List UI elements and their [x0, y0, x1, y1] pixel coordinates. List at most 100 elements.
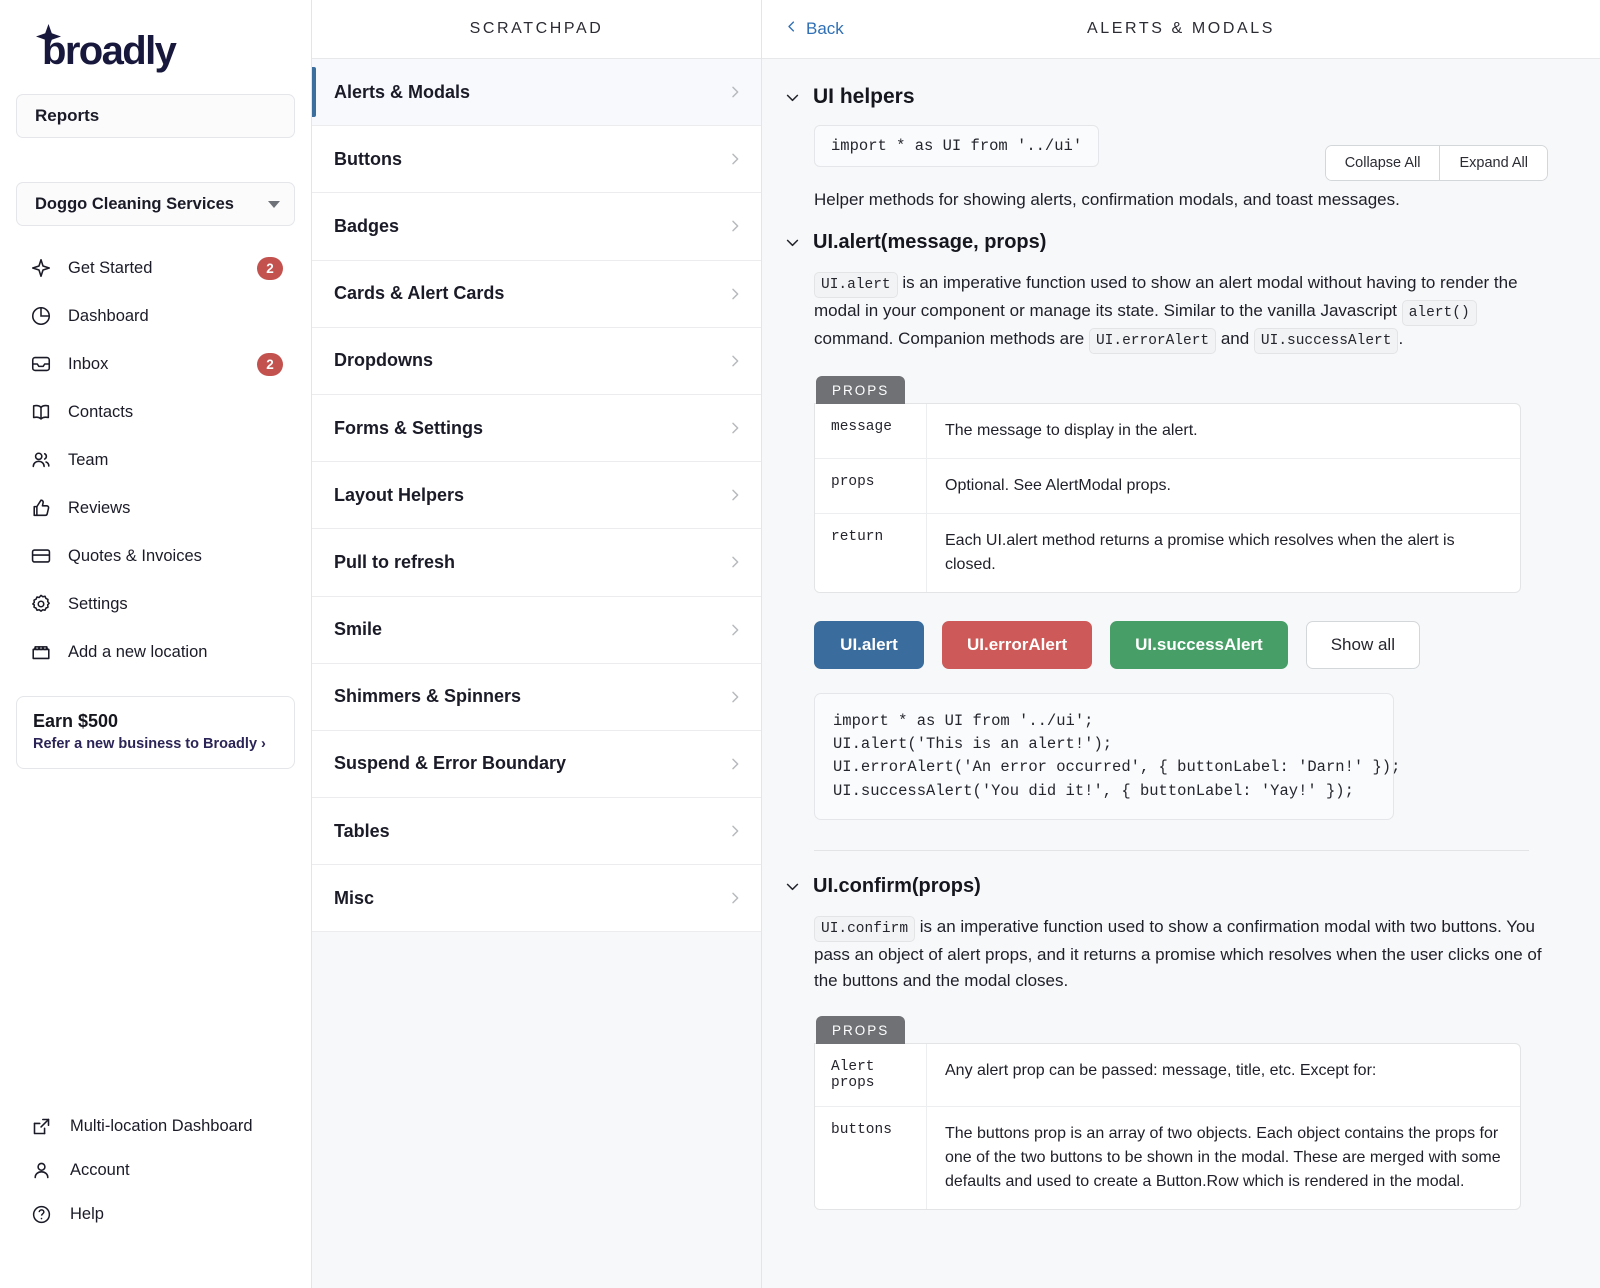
section-title: UI helpers [813, 85, 915, 108]
expand-all-button[interactable]: Expand All [1439, 146, 1547, 180]
sidebar-item-settings[interactable]: Settings [16, 580, 295, 628]
scratchpad-item-forms-settings[interactable]: Forms & Settings [312, 394, 761, 463]
scratchpad-item-label: Badges [334, 215, 400, 236]
scratchpad-item-suspend-error-boundary[interactable]: Suspend & Error Boundary [312, 730, 761, 799]
scratchpad-list: Alerts & Modals Buttons Badges Cards & A… [312, 59, 761, 933]
sidebar-item-inbox[interactable]: Inbox 2 [16, 340, 295, 388]
scratchpad-item-smile[interactable]: Smile [312, 596, 761, 664]
scratchpad-header: SCRATCHPAD [312, 0, 761, 59]
scratchpad-item-label: Misc [334, 887, 375, 908]
gear-icon [28, 591, 54, 617]
chevron-right-icon [727, 420, 743, 436]
table-row: Alert props Any alert prop can be passed… [815, 1043, 1520, 1107]
ui-alert-demo-buttons: UI.alert UI.errorAlert UI.successAlert S… [784, 620, 1560, 669]
sidebar-item-quotes-invoices[interactable]: Quotes & Invoices [16, 532, 295, 580]
scratchpad-item-misc[interactable]: Misc [312, 865, 761, 933]
code-chip-alert-fn: alert() [1401, 299, 1477, 326]
scratchpad-item-dropdowns[interactable]: Dropdowns [312, 327, 761, 395]
question-circle-icon [28, 1201, 54, 1227]
sidebar-item-get-started[interactable]: Get Started 2 [16, 244, 295, 292]
sidebar-item-dashboard[interactable]: Dashboard [16, 292, 295, 340]
desc-text-part: and [1216, 328, 1254, 348]
reports-button[interactable]: Reports [16, 94, 295, 138]
scratchpad-item-label: Dropdowns [334, 350, 433, 371]
business-selector[interactable]: Doggo Cleaning Services [16, 182, 295, 226]
ui-confirm-props-wrap: PROPS Alert props Any alert prop can be … [784, 1015, 1560, 1210]
section-header-ui-alert[interactable]: UI.alert(message, props) [784, 231, 1560, 254]
external-link-icon [28, 1113, 54, 1139]
main-panel: Back ALERTS & MODALS Collapse All Expand… [762, 0, 1600, 1288]
sidebar-item-team[interactable]: Team [16, 436, 295, 484]
ui-alert-button[interactable]: UI.alert [814, 620, 924, 669]
chevron-left-icon [784, 19, 799, 39]
business-name: Doggo Cleaning Services [35, 194, 234, 213]
scratchpad-column: SCRATCHPAD Alerts & Modals Buttons Badge… [312, 0, 762, 1288]
back-button[interactable]: Back [784, 19, 844, 39]
scratchpad-item-badges[interactable]: Badges [312, 193, 761, 261]
desc-text-part: command. Companion methods are [814, 328, 1089, 348]
chevron-right-icon [727, 689, 743, 705]
broadly-logo[interactable]: broadly [26, 22, 289, 74]
scratchpad-item-buttons[interactable]: Buttons [312, 126, 761, 194]
scratchpad-item-label: Pull to refresh [334, 551, 456, 572]
section-title: UI.confirm(props) [813, 874, 981, 897]
chevron-right-icon [727, 890, 743, 906]
user-icon [28, 1157, 54, 1183]
scratchpad-item-label: Cards & Alert Cards [334, 283, 505, 304]
prop-value: The buttons prop is an array of two obje… [945, 1124, 1501, 1190]
chevron-down-icon [784, 878, 801, 895]
chevron-right-icon [727, 487, 743, 503]
sidebar-item-reviews[interactable]: Reviews [16, 484, 295, 532]
sidebar-item-label: Settings [68, 594, 128, 613]
section-title: UI.alert(message, props) [813, 230, 1047, 253]
referral-promo-card[interactable]: Earn $500 Refer a new business to Broadl… [16, 696, 295, 769]
section-header-ui-confirm[interactable]: UI.confirm(props) [784, 875, 1560, 898]
scratchpad-item-alerts-modals[interactable]: Alerts & Modals [312, 59, 761, 127]
collapse-all-button[interactable]: Collapse All [1325, 146, 1440, 180]
chevron-right-icon [727, 218, 743, 234]
sidebar-item-help[interactable]: Help [16, 1192, 295, 1236]
prop-key: return [815, 513, 927, 592]
scratchpad-item-layout-helpers[interactable]: Layout Helpers [312, 462, 761, 530]
scratchpad-item-tables[interactable]: Tables [312, 798, 761, 866]
ui-alert-body: UI.alert is an imperative function used … [784, 270, 1560, 354]
prop-value: Each UI.alert method returns a promise w… [945, 531, 1455, 573]
footer-item-label: Multi-location Dashboard [70, 1116, 253, 1135]
scratchpad-item-label: Forms & Settings [334, 417, 484, 438]
sparkle-icon [28, 255, 54, 281]
chevron-right-icon [727, 151, 743, 167]
scratchpad-item-cards-alert-cards[interactable]: Cards & Alert Cards [312, 260, 761, 328]
prop-key: Alert props [815, 1043, 927, 1106]
back-label: Back [806, 19, 844, 38]
ui-confirm-description: UI.confirm is an imperative function use… [814, 914, 1549, 994]
code-chip-ui-confirm: UI.confirm [814, 915, 916, 942]
promo-link[interactable]: Refer a new business to Broadly › [33, 736, 278, 752]
inbox-icon [28, 351, 54, 377]
sidebar-item-label: Reviews [68, 498, 131, 517]
expand-collapse-group: Collapse All Expand All [1324, 145, 1548, 181]
sidebar-item-account[interactable]: Account [16, 1148, 295, 1192]
show-all-button[interactable]: Show all [1305, 620, 1420, 669]
props-table-tag: PROPS [816, 1015, 906, 1044]
section-header-ui-helpers[interactable]: UI helpers [784, 85, 1560, 109]
chevron-down-icon [784, 234, 801, 251]
sidebar-item-label: Add a new location [68, 642, 208, 661]
scratchpad-item-label: Shimmers & Spinners [334, 686, 522, 707]
ui-erroralert-button[interactable]: UI.errorAlert [942, 620, 1093, 669]
sidebar-item-label: Dashboard [68, 306, 149, 325]
sidebar-item-multi-location-dashboard[interactable]: Multi-location Dashboard [16, 1104, 295, 1148]
scratchpad-item-shimmers-spinners[interactable]: Shimmers & Spinners [312, 663, 761, 731]
sidebar-item-label: Get Started [68, 258, 153, 277]
scratchpad-item-pull-to-refresh[interactable]: Pull to refresh [312, 529, 761, 597]
sidebar-footer: Multi-location Dashboard Account Help [16, 1104, 295, 1236]
sidebar-item-label: Team [68, 450, 109, 469]
chevron-right-icon [727, 756, 743, 772]
ui-successalert-button[interactable]: UI.successAlert [1110, 620, 1288, 669]
footer-item-label: Account [70, 1160, 130, 1179]
main-header: Back ALERTS & MODALS [762, 0, 1600, 59]
chevron-down-icon [784, 89, 801, 106]
main-body: Collapse All Expand All UI helpers impor… [762, 59, 1600, 1288]
sidebar-item-contacts[interactable]: Contacts [16, 388, 295, 436]
sidebar-item-add-location[interactable]: Add a new location [16, 628, 295, 676]
desc-text-part: . [1398, 328, 1404, 348]
